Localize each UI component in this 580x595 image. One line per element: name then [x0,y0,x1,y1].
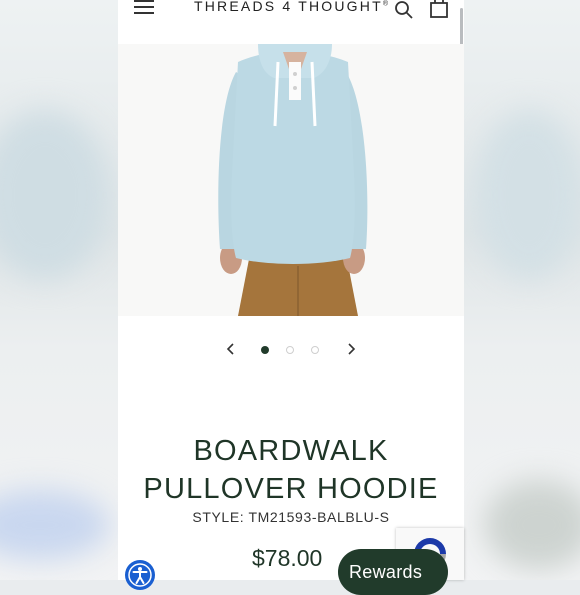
product-title-line-2: PULLOVER HOODIE [143,473,439,505]
blurred-background-left [0,0,118,580]
product-style-code: STYLE: TM21593-BALBLU-S [192,509,390,525]
image-carousel-controls [118,338,464,364]
chevron-right-icon[interactable] [344,342,358,356]
product-image[interactable] [118,44,464,316]
site-header: THREADS 4 THOUGHT® [118,0,464,44]
chevron-left-icon[interactable] [224,342,238,356]
rewards-button[interactable]: Rewards [338,549,448,595]
hoodie-model-photo [118,44,464,316]
shopping-bag-icon[interactable] [429,0,449,18]
product-title-line-1: BOARDWALK [193,435,389,467]
product-title: BOARDWALK PULLOVER HOODIE [118,432,464,508]
hamburger-menu-icon[interactable] [134,0,156,17]
accessibility-icon [128,563,152,587]
search-icon[interactable] [394,0,414,20]
carousel-dot-1[interactable] [261,346,269,354]
blurred-background-right [464,0,580,580]
product-price: $78.00 [252,545,323,571]
carousel-dot-3[interactable] [311,346,319,354]
mobile-page: THREADS 4 THOUGHT® BOARDWALK PULLOVER HO… [118,0,464,580]
brand-logo[interactable]: THREADS 4 THOUGHT® [176,0,406,14]
brand-name: THREADS 4 THOUGHT [194,0,383,14]
carousel-dot-2[interactable] [286,346,294,354]
accessibility-button[interactable] [125,560,155,590]
registered-mark: ® [382,0,388,8]
